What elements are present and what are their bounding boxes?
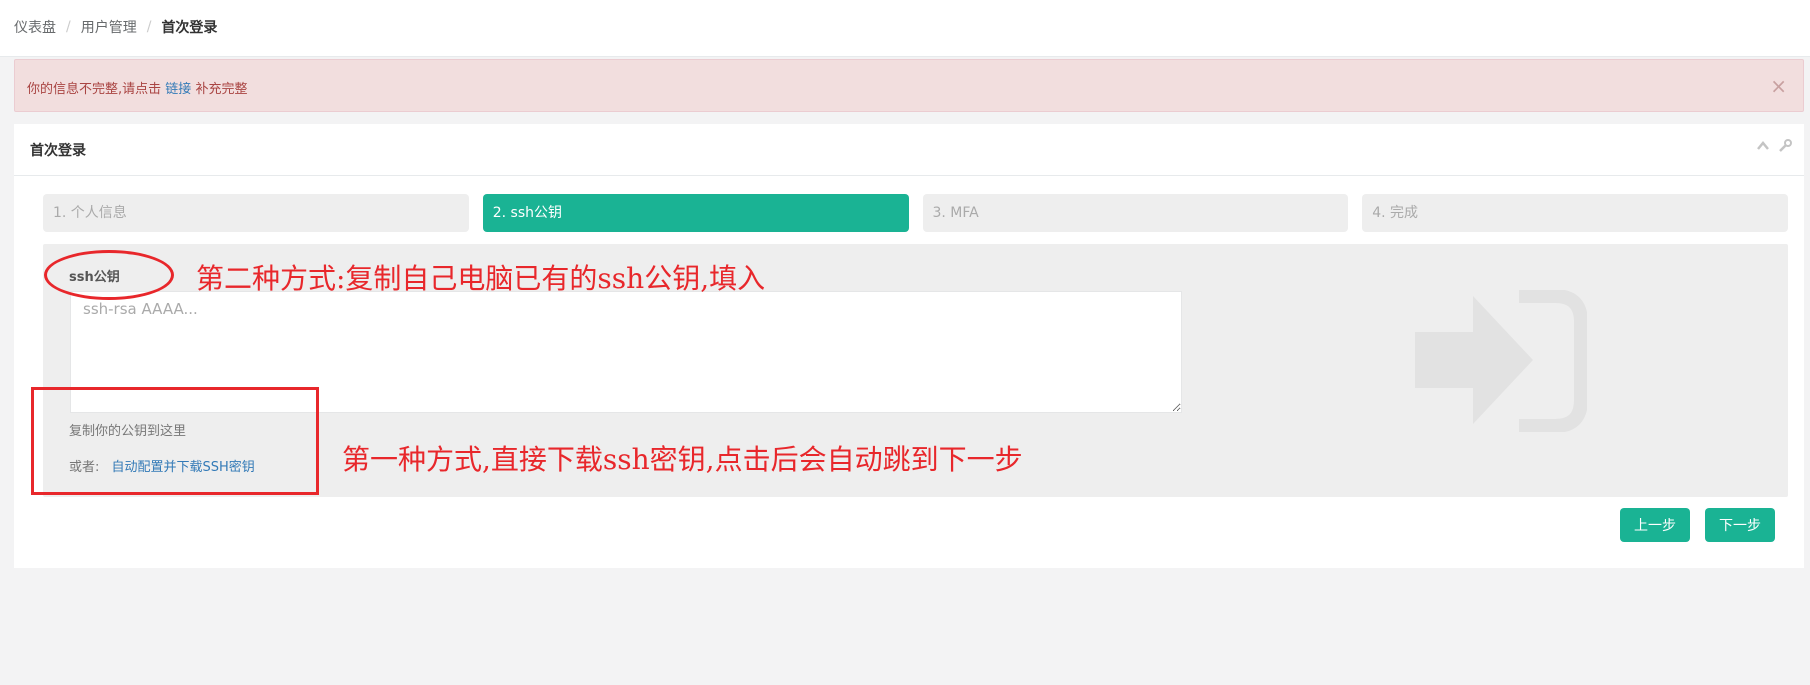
annotation-first-method: 第一种方式,直接下载ssh密钥,点击后会自动跳到下一步 (342, 443, 1023, 476)
panel-header: 首次登录 (14, 124, 1804, 176)
first-login-panel: 首次登录 1. 个人信息 2. ssh公钥 3. MFA 4. 完成 ssh公钥… (14, 124, 1804, 568)
breadcrumb-first-login: 首次登录 (161, 20, 218, 36)
step-personal-info[interactable]: 1. 个人信息 (43, 194, 469, 232)
step-mfa[interactable]: 3. MFA (922, 194, 1349, 232)
annotation-rectangle (31, 387, 319, 495)
info-incomplete-alert: 你的信息不完整,请点击 链接 补充完整 × (14, 59, 1804, 112)
chevron-up-icon[interactable] (1756, 139, 1770, 157)
top-bar: 仪表盘 / 用户管理 / 首次登录 (0, 0, 1810, 57)
close-icon[interactable]: × (1770, 74, 1787, 98)
next-button[interactable]: 下一步 (1705, 508, 1775, 542)
step-complete[interactable]: 4. 完成 (1362, 194, 1788, 232)
breadcrumb-user-management[interactable]: 用户管理 (81, 17, 137, 37)
alert-text-before: 你的信息不完整,请点击 (27, 82, 162, 97)
breadcrumb: 仪表盘 / 用户管理 / 首次登录 (14, 17, 217, 37)
alert-message: 你的信息不完整,请点击 链接 补充完整 (27, 78, 247, 97)
panel-tools (1756, 139, 1792, 157)
alert-link[interactable]: 链接 (165, 82, 191, 97)
panel-title: 首次登录 (30, 143, 86, 159)
breadcrumb-dashboard[interactable]: 仪表盘 (14, 17, 56, 37)
previous-button[interactable]: 上一步 (1620, 508, 1690, 542)
sign-in-icon (1415, 289, 1588, 436)
annotation-ellipse (44, 250, 174, 300)
breadcrumb-separator: / (66, 19, 71, 35)
wrench-icon[interactable] (1778, 139, 1792, 157)
alert-text-after: 补充完整 (195, 82, 248, 97)
annotation-second-method: 第二种方式:复制自己电脑已有的ssh公钥,填入 (196, 262, 766, 295)
step-ssh-key[interactable]: 2. ssh公钥 (482, 194, 909, 232)
wizard-steps: 1. 个人信息 2. ssh公钥 3. MFA 4. 完成 (43, 194, 1788, 232)
breadcrumb-separator: / (146, 19, 152, 35)
